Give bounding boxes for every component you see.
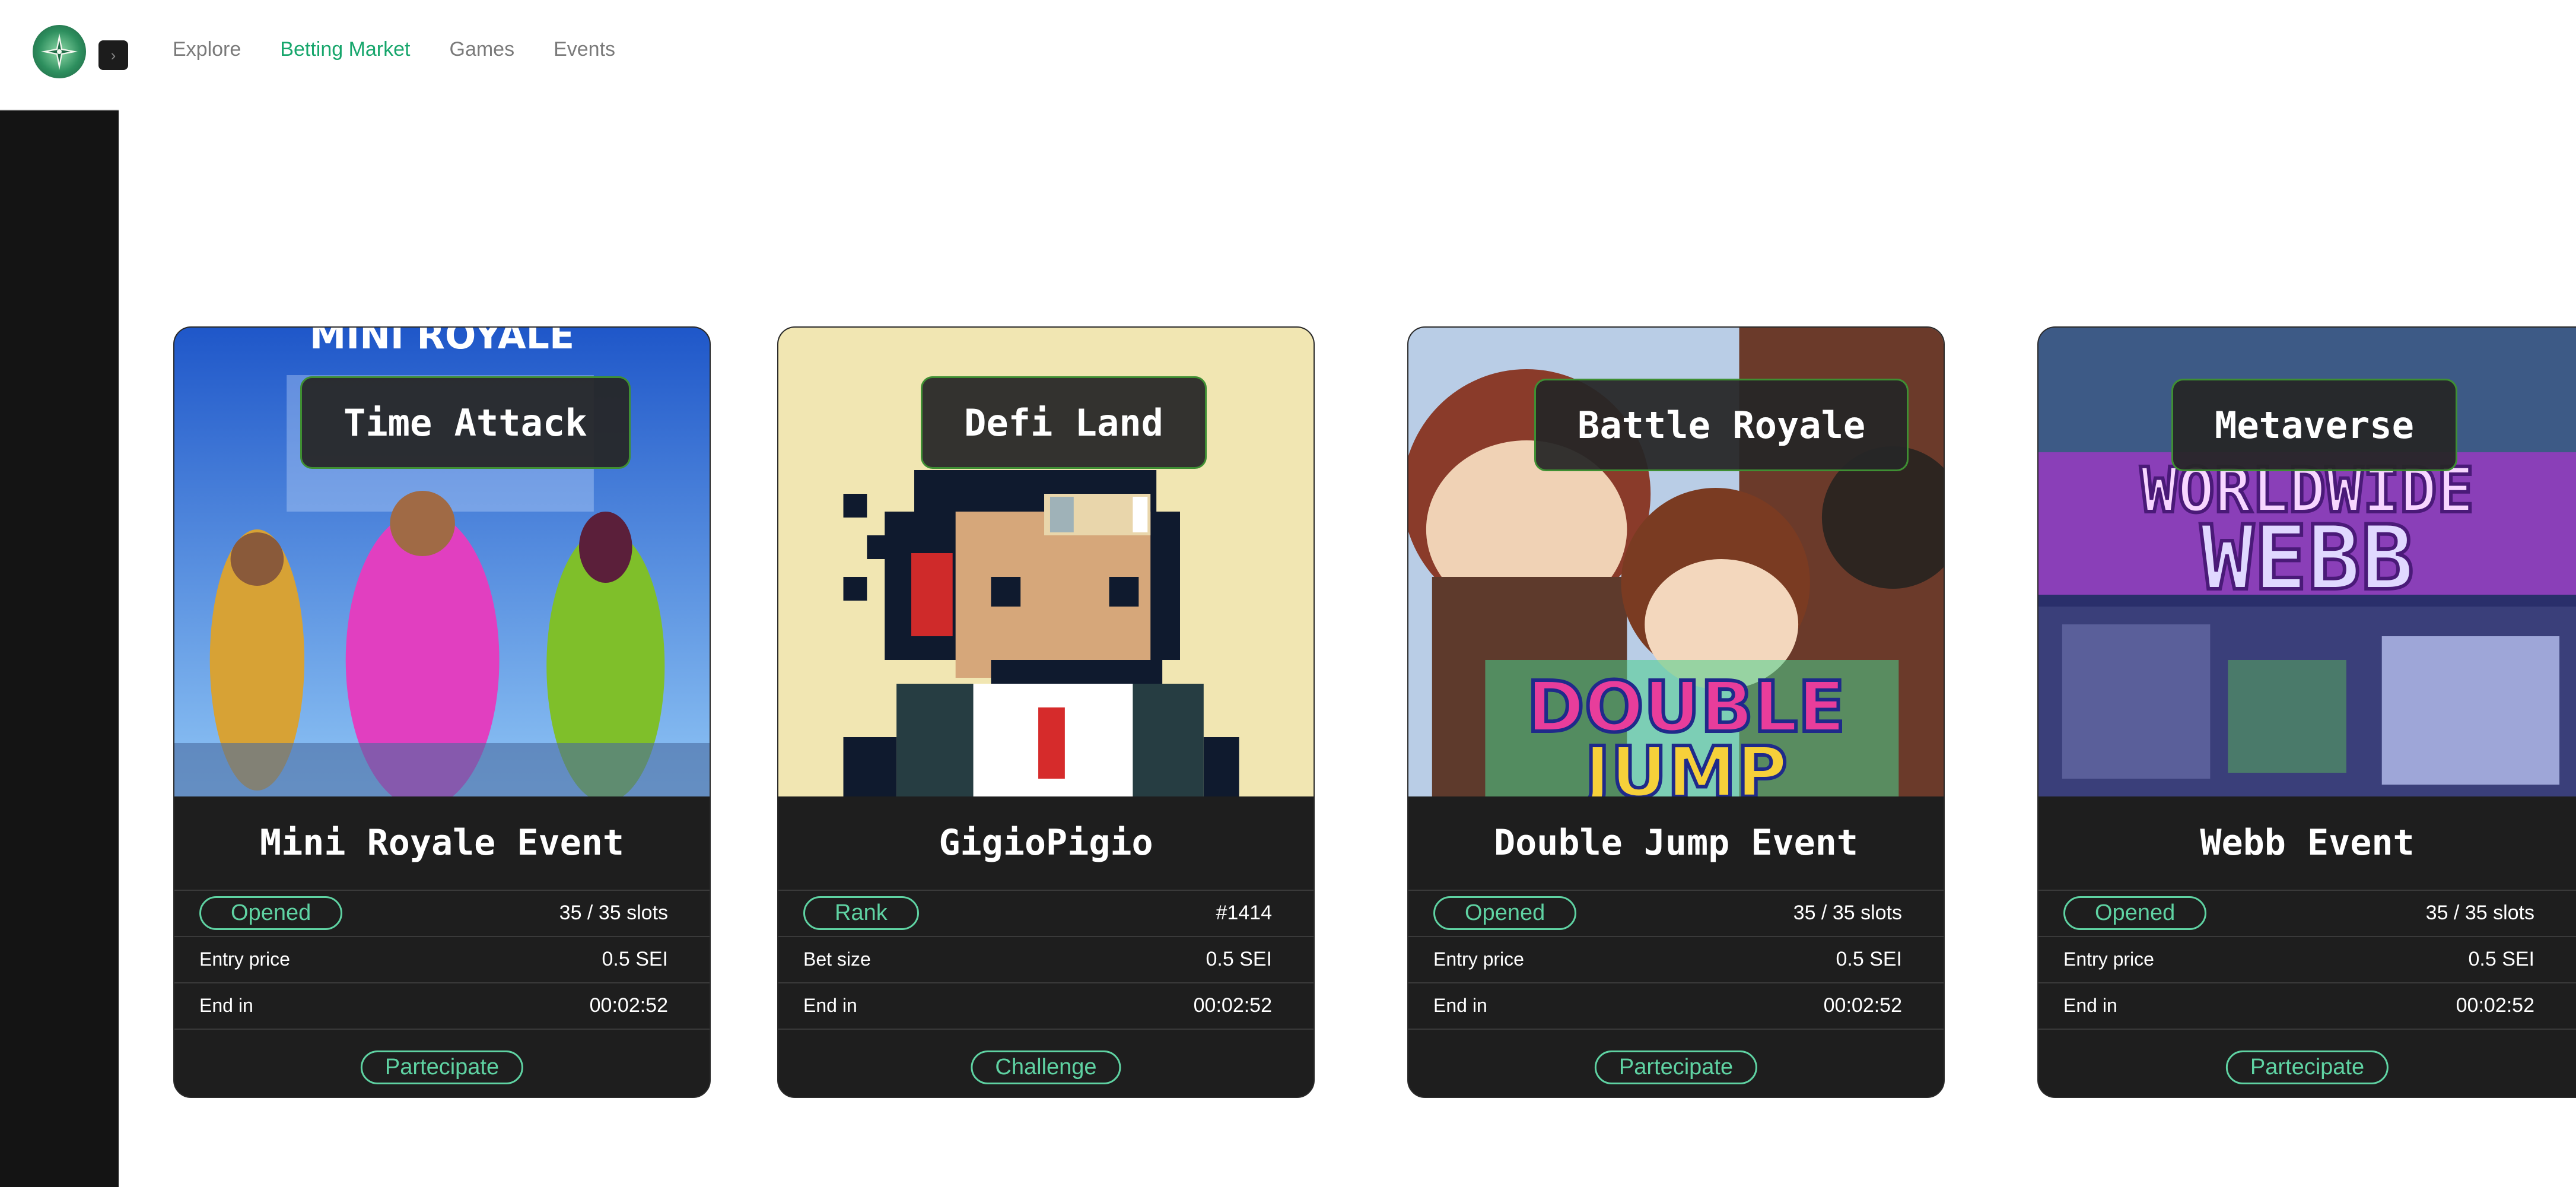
game-badge: Battle Royale xyxy=(1534,379,1909,471)
game-badge: Metaverse xyxy=(2171,379,2457,471)
status-badge: Opened xyxy=(1433,896,1577,930)
nav-betting-market[interactable]: Betting Market xyxy=(280,38,410,61)
row-value: 0.5 SEI xyxy=(602,947,668,970)
row-label: Entry price xyxy=(2063,948,2154,970)
card-title: GigioPigio xyxy=(939,822,1153,864)
event-card[interactable]: WORLDWIDE WEBB Metaverse Webb Event Open… xyxy=(2037,326,2576,1098)
nav-games[interactable]: Games xyxy=(450,38,515,61)
nav-explore[interactable]: Explore xyxy=(173,38,241,61)
status-badge: Opened xyxy=(2063,896,2207,930)
end-in-row: End in 00:02:52 xyxy=(174,982,710,1027)
divider xyxy=(2038,1029,2576,1030)
challenge-button[interactable]: Challenge xyxy=(971,1050,1121,1084)
rank-row: Rank #1414 xyxy=(778,890,1314,935)
countdown-value: 00:02:52 xyxy=(589,994,668,1017)
game-badge: Defi Land xyxy=(921,376,1207,469)
status-row: Opened 35 / 35 slots xyxy=(174,890,710,935)
compass-star-icon[interactable] xyxy=(33,25,86,78)
row-label: Entry price xyxy=(1433,948,1524,970)
card-title: Webb Event xyxy=(2200,822,2415,864)
row-label: End in xyxy=(803,994,857,1016)
row-label: End in xyxy=(1433,994,1487,1016)
countdown-value: 00:02:52 xyxy=(2456,994,2534,1017)
row-label: Entry price xyxy=(199,948,290,970)
event-card[interactable]: DOUBLE JUMP Battle Royale Double Jump Ev… xyxy=(1407,326,1945,1098)
row-value: 0.5 SEI xyxy=(1836,947,1902,970)
svg-text:JUMP: JUMP xyxy=(1580,732,1788,796)
entry-price-row: Entry price 0.5 SEI xyxy=(2038,936,2576,981)
divider xyxy=(778,1029,1314,1030)
sidebar xyxy=(0,0,119,1187)
event-card[interactable]: Defi Land GigioPigio Rank #1414 Bet size… xyxy=(777,326,1315,1098)
countdown-value: 00:02:52 xyxy=(1193,994,1272,1017)
status-row: Opened 35 / 35 slots xyxy=(2038,890,2576,935)
game-badge: Time Attack xyxy=(300,376,631,469)
row-value: 0.5 SEI xyxy=(2468,947,2534,970)
end-in-row: End in 00:02:52 xyxy=(1408,982,1944,1027)
card-title: Mini Royale Event xyxy=(259,822,625,864)
svg-text:MINI ROYALE: MINI ROYALE xyxy=(310,328,574,357)
event-card[interactable]: MINI ROYALE Time Attack Mini Royale Even… xyxy=(173,326,711,1098)
slots-value: 35 / 35 slots xyxy=(2425,901,2534,924)
end-in-row: End in 00:02:52 xyxy=(778,982,1314,1027)
row-label: End in xyxy=(199,994,253,1016)
participate-button[interactable]: Partecipate xyxy=(1594,1050,1758,1084)
chevron-right-icon[interactable]: › xyxy=(98,40,128,70)
row-label: End in xyxy=(2063,994,2117,1016)
end-in-row: End in 00:02:52 xyxy=(2038,982,2576,1027)
divider xyxy=(174,1029,710,1030)
slots-value: 35 / 35 slots xyxy=(1793,901,1902,924)
entry-price-row: Entry price 0.5 SEI xyxy=(174,936,710,981)
participate-button[interactable]: Partecipate xyxy=(360,1050,524,1084)
status-row: Opened 35 / 35 slots xyxy=(1408,890,1944,935)
card-title: Double Jump Event xyxy=(1493,822,1859,864)
countdown-value: 00:02:52 xyxy=(1823,994,1902,1017)
sidebar-header: › xyxy=(0,0,128,110)
participate-button[interactable]: Partecipate xyxy=(2225,1050,2389,1084)
nav-events[interactable]: Events xyxy=(554,38,615,61)
row-label: Bet size xyxy=(803,948,871,970)
entry-price-row: Entry price 0.5 SEI xyxy=(1408,936,1944,981)
top-nav: Explore Betting Market Games Events xyxy=(173,38,615,61)
row-value: 0.5 SEI xyxy=(1206,947,1272,970)
bet-size-row: Bet size 0.5 SEI xyxy=(778,936,1314,981)
rank-value: #1414 xyxy=(1216,901,1272,924)
divider xyxy=(1408,1029,1944,1030)
slots-value: 35 / 35 slots xyxy=(559,901,668,924)
svg-text:WEBB: WEBB xyxy=(2200,507,2414,610)
status-badge: Opened xyxy=(199,896,343,930)
rank-badge: Rank xyxy=(803,896,919,930)
